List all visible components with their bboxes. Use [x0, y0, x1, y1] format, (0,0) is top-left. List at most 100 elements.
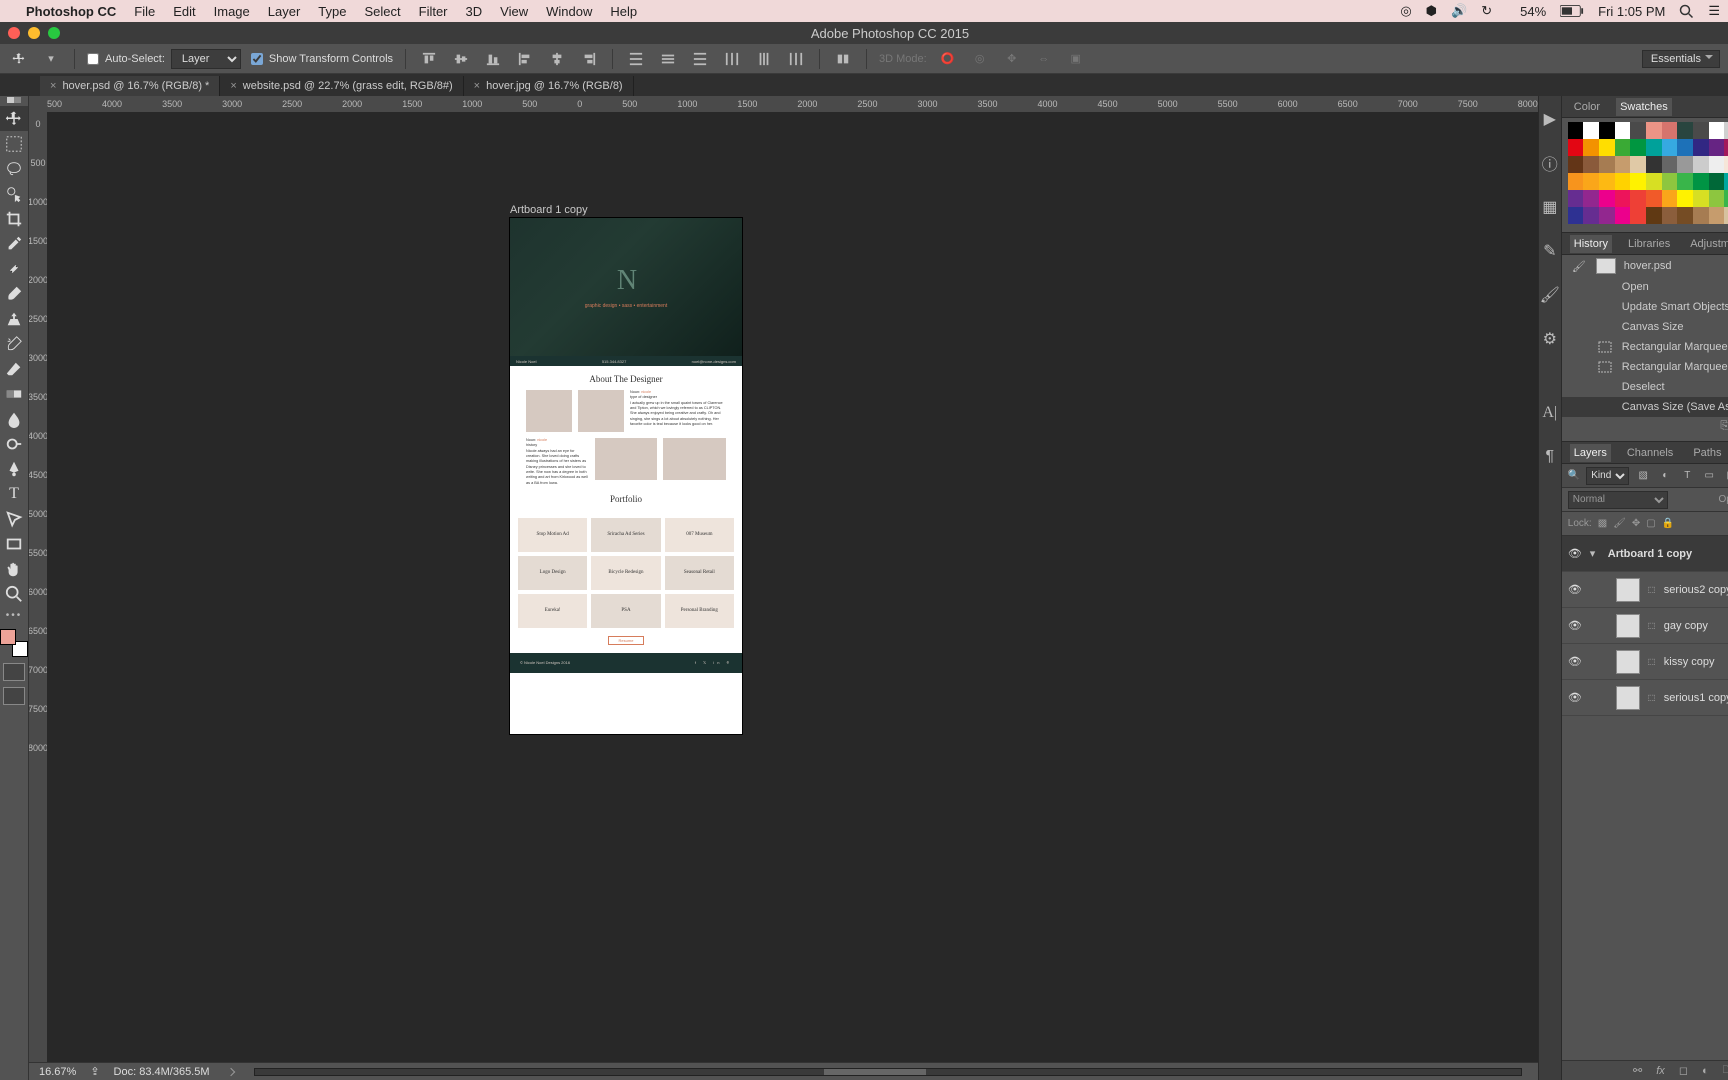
workspace-selector[interactable]: Essentials: [1642, 50, 1720, 68]
swatch[interactable]: [1724, 173, 1728, 190]
type-tool[interactable]: T: [0, 481, 28, 506]
tab-libraries[interactable]: Libraries: [1624, 235, 1674, 253]
tab-channels[interactable]: Channels: [1623, 444, 1677, 462]
align-bottom-icon[interactable]: [482, 48, 504, 70]
visibility-toggle-icon[interactable]: 👁: [1568, 691, 1582, 704]
swatch[interactable]: [1709, 139, 1725, 156]
lock-pixels-icon[interactable]: 🖌: [1613, 518, 1626, 529]
volume-icon[interactable]: 🔊: [1451, 3, 1467, 19]
menu-type[interactable]: Type: [318, 4, 346, 19]
auto-align-icon[interactable]: [832, 48, 854, 70]
menu-layer[interactable]: Layer: [268, 4, 301, 19]
swatch[interactable]: [1583, 156, 1599, 173]
swatch[interactable]: [1583, 122, 1599, 139]
history-brush-source-icon[interactable]: 🖌: [1570, 259, 1588, 273]
visibility-toggle-icon[interactable]: 👁: [1568, 547, 1582, 560]
swatch[interactable]: [1709, 173, 1725, 190]
battery-icon[interactable]: [1560, 5, 1584, 17]
menu-3d[interactable]: 3D: [466, 4, 483, 19]
paragraph-panel-icon[interactable]: ¶: [1539, 446, 1561, 468]
swatch[interactable]: [1615, 122, 1631, 139]
close-icon[interactable]: ×: [474, 80, 480, 92]
swatch[interactable]: [1615, 190, 1631, 207]
tool-preset-dropdown-icon[interactable]: ▾: [40, 48, 62, 70]
swatch[interactable]: [1709, 122, 1725, 139]
swatch[interactable]: [1583, 207, 1599, 224]
quick-select-tool[interactable]: [0, 181, 28, 206]
align-left-icon[interactable]: [514, 48, 536, 70]
swatch[interactable]: [1646, 122, 1662, 139]
creative-cloud-icon[interactable]: ◎: [1400, 3, 1411, 19]
swatch[interactable]: [1615, 173, 1631, 190]
options-icon[interactable]: ⚙: [1539, 328, 1561, 350]
brush-tool[interactable]: [0, 281, 28, 306]
clone-source-icon[interactable]: ▦: [1539, 196, 1561, 218]
align-right-icon[interactable]: [578, 48, 600, 70]
blend-mode[interactable]: Normal: [1568, 491, 1668, 509]
tab-adjustments[interactable]: Adjustm: [1686, 235, 1728, 253]
export-icon[interactable]: ⇪: [90, 1065, 99, 1078]
brush-preset-icon[interactable]: ✎: [1539, 240, 1561, 262]
group-icon[interactable]: 🗀: [1723, 1061, 1728, 1080]
align-vcenter-icon[interactable]: [450, 48, 472, 70]
swatch[interactable]: [1630, 173, 1646, 190]
status-chevron-icon[interactable]: [226, 1067, 234, 1075]
color-wells[interactable]: [0, 629, 28, 657]
adjustment-layer-icon[interactable]: ◐: [1702, 1065, 1709, 1077]
move-tool-icon[interactable]: [8, 48, 30, 70]
swatch[interactable]: [1646, 207, 1662, 224]
layer-style-icon[interactable]: fx: [1656, 1065, 1665, 1077]
close-icon[interactable]: ×: [50, 80, 56, 92]
minimize-window-button[interactable]: [28, 27, 40, 39]
filter-shape-icon[interactable]: ▭: [1701, 470, 1717, 481]
history-step[interactable]: Deselect: [1562, 377, 1728, 397]
swatch[interactable]: [1568, 122, 1584, 139]
screen-mode-toggle[interactable]: [3, 687, 25, 705]
lasso-tool[interactable]: [0, 156, 28, 181]
auto-select-target[interactable]: Layer: [171, 49, 241, 69]
menu-image[interactable]: Image: [214, 4, 250, 19]
move-tool[interactable]: [0, 106, 28, 131]
eraser-tool[interactable]: [0, 356, 28, 381]
history-brush-tool[interactable]: [0, 331, 28, 356]
swatch[interactable]: [1677, 156, 1693, 173]
tab-website-psd[interactable]: ×website.psd @ 22.7% (grass edit, RGB/8#…: [220, 76, 463, 96]
filter-adjust-icon[interactable]: ◐: [1657, 470, 1673, 481]
menu-select[interactable]: Select: [364, 4, 400, 19]
menu-window[interactable]: Window: [546, 4, 592, 19]
swatch[interactable]: [1615, 139, 1631, 156]
dodge-tool[interactable]: [0, 431, 28, 456]
filter-smart-icon[interactable]: ▦: [1723, 470, 1728, 481]
canvas[interactable]: Artboard 1 copy N graphic design • sass …: [47, 112, 1538, 1062]
layer-mask-icon[interactable]: ◻: [1679, 1064, 1688, 1077]
swatch[interactable]: [1568, 207, 1584, 224]
history-step[interactable]: Rectangular Marquee: [1562, 357, 1728, 377]
swatch[interactable]: [1677, 190, 1693, 207]
swatch[interactable]: [1599, 122, 1615, 139]
visibility-toggle-icon[interactable]: 👁: [1568, 655, 1582, 668]
layer-row[interactable]: 👁⬚serious2 copy: [1562, 572, 1728, 608]
swatch[interactable]: [1709, 207, 1725, 224]
swatch[interactable]: [1646, 173, 1662, 190]
clock[interactable]: Fri 1:05 PM: [1598, 4, 1665, 19]
history-snapshot[interactable]: 🖌 hover.psd: [1562, 255, 1728, 277]
align-hcenter-icon[interactable]: [546, 48, 568, 70]
blur-tool[interactable]: [0, 406, 28, 431]
healing-tool[interactable]: [0, 256, 28, 281]
info-icon[interactable]: ⓘ: [1539, 152, 1561, 174]
history-step[interactable]: Open: [1562, 277, 1728, 297]
artboard-name-label[interactable]: Artboard 1 copy: [510, 204, 588, 216]
distribute-vcenter-icon[interactable]: [657, 48, 679, 70]
swatch[interactable]: [1662, 122, 1678, 139]
history-step[interactable]: Canvas Size: [1562, 317, 1728, 337]
swatch[interactable]: [1662, 139, 1678, 156]
disclosure-icon[interactable]: ▾: [1590, 547, 1600, 560]
brush-icon[interactable]: 🖌: [1539, 284, 1561, 306]
clone-tool[interactable]: [0, 306, 28, 331]
link-layers-icon[interactable]: ⚯: [1633, 1064, 1642, 1077]
swatch[interactable]: [1568, 156, 1584, 173]
swatch[interactable]: [1630, 190, 1646, 207]
zoom-window-button[interactable]: [48, 27, 60, 39]
swatch[interactable]: [1583, 190, 1599, 207]
vertical-ruler[interactable]: 0500100015002000250030003500400045005000…: [29, 112, 47, 1062]
